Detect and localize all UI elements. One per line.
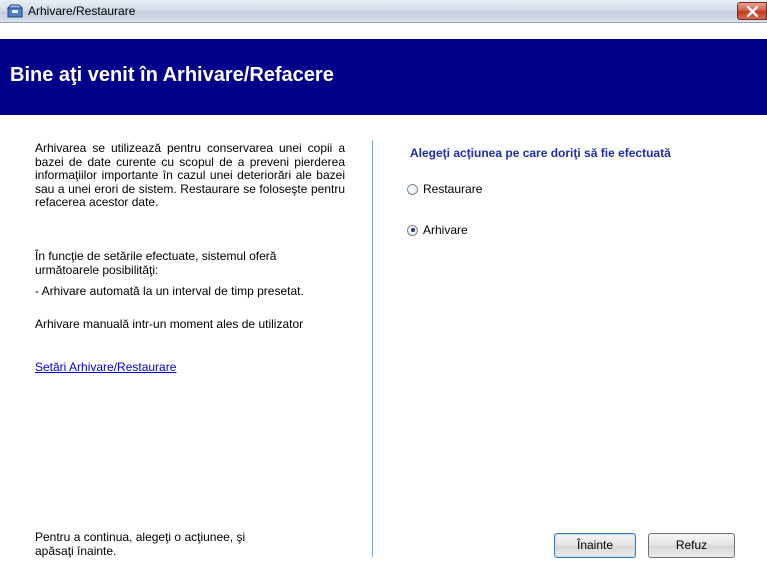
close-icon [747,6,758,17]
radio-archive-circle[interactable] [407,224,418,236]
radio-archive[interactable]: Arhivare [407,222,468,238]
radio-archive-label[interactable]: Arhivare [423,223,468,237]
next-button[interactable]: Înainte [554,533,636,558]
option-auto-text: - Arhivare automată la un interval de ti… [35,284,304,298]
radio-restore[interactable]: Restaurare [407,181,482,197]
page-title: Bine aţi venit în Arhivare/Refacere [10,64,334,86]
radio-restore-label[interactable]: Restaurare [423,182,482,196]
dialog-window: Arhivare/Restaurare Bine aţi venit în Ar… [0,0,767,585]
settings-link[interactable]: Setări Arhivare/Restaurare [35,360,176,374]
description-text: Arhivarea se utilizează pentru conservar… [35,141,345,209]
options-intro-line1: În funcţie de setările efectuate, sistem… [35,249,277,263]
window-title: Arhivare/Restaurare [28,4,136,18]
panel-divider [372,140,373,557]
footer-line1: Pentru a continua, alegeţi o acţiunee, ş… [35,530,246,544]
app-icon [6,4,24,18]
options-intro-line2: următoarele posibilităţi: [35,263,159,277]
close-button[interactable] [737,2,767,20]
title-bar[interactable]: Arhivare/Restaurare [0,0,767,23]
radio-restore-circle[interactable] [407,183,418,195]
option-manual-text: Arhivare manuală intr-un moment ales de … [35,317,304,331]
header-banner: Bine aţi venit în Arhivare/Refacere [0,39,767,115]
cancel-button[interactable]: Refuz [648,533,735,558]
action-heading: Alegeţi acţiunea pe care doriţi să fie e… [410,146,671,160]
footer-line2: apăsaţi înainte. [35,544,117,558]
